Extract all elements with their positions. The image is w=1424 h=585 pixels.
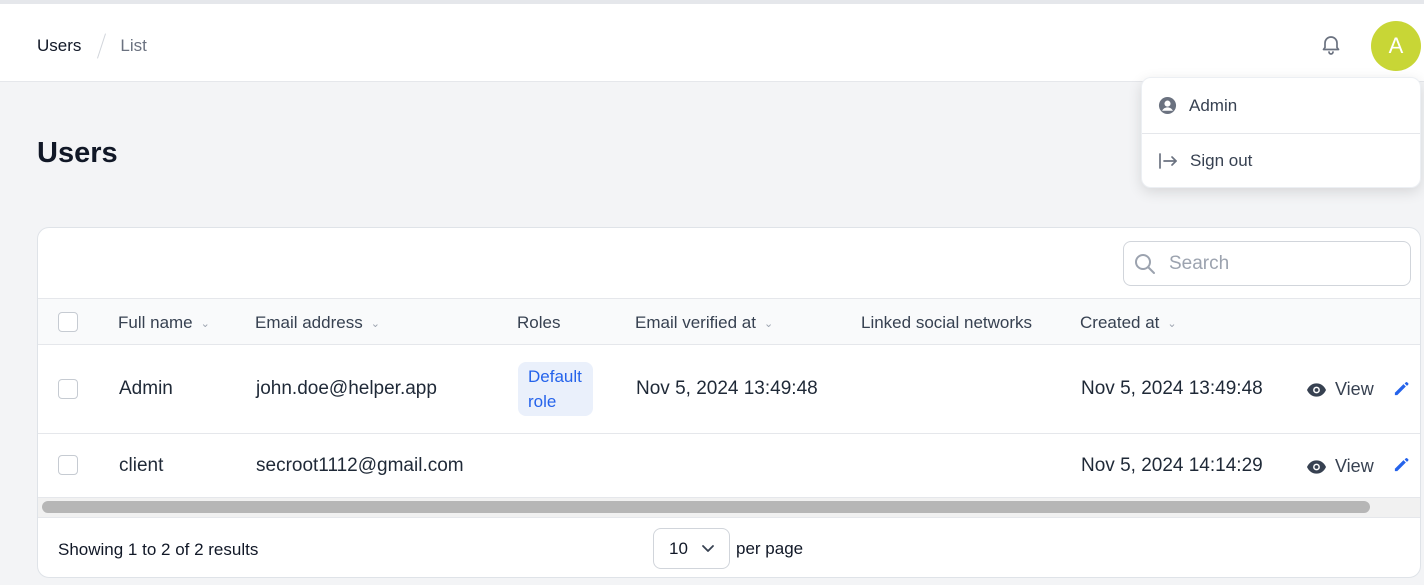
chevron-down-icon: ⌄	[200, 317, 210, 330]
user-dropdown-menu: Admin Sign out	[1141, 77, 1421, 188]
search-input[interactable]	[1169, 252, 1399, 275]
table-header: Full name ⌄ Email address ⌄ Roles Email ve…	[38, 298, 1420, 345]
cell-email: secroot1112@gmail.com	[256, 455, 464, 476]
column-full-name[interactable]: Full name ⌄	[118, 313, 210, 333]
breadcrumb-separator	[97, 33, 107, 59]
top-navbar: Users List A	[0, 0, 1424, 82]
pencil-icon[interactable]	[1393, 456, 1410, 478]
bell-icon[interactable]	[1319, 32, 1343, 56]
table-row: Admin john.doe@helper.app Default role N…	[38, 345, 1420, 434]
menu-item-admin[interactable]: Admin	[1142, 78, 1420, 133]
pencil-icon[interactable]	[1393, 380, 1410, 402]
breadcrumb: Users List	[37, 33, 147, 59]
select-all-checkbox[interactable]	[58, 312, 78, 332]
view-label: View	[1335, 379, 1374, 399]
scrollbar-thumb[interactable]	[42, 501, 1370, 513]
menu-item-sign-out[interactable]: Sign out	[1142, 133, 1420, 188]
menu-item-admin-label: Admin	[1189, 95, 1238, 115]
avatar-letter: A	[1388, 33, 1404, 58]
eye-icon	[1307, 382, 1326, 397]
user-circle-icon	[1158, 96, 1177, 115]
view-label: View	[1335, 456, 1374, 476]
menu-item-sign-out-label: Sign out	[1190, 151, 1253, 170]
breadcrumb-users[interactable]: Users	[37, 36, 81, 56]
role-badge-line-1: Default	[528, 367, 582, 386]
per-page-select[interactable]: 10	[653, 528, 730, 569]
avatar[interactable]: A	[1371, 21, 1421, 71]
role-badge-line-2: role	[528, 392, 557, 411]
cell-created-at: Nov 5, 2024 13:49:48	[1081, 378, 1263, 399]
per-page-label: per page	[736, 539, 804, 558]
pagination-footer: Showing 1 to 2 of 2 results 10 per page	[38, 517, 1420, 577]
cell-email: john.doe@helper.app	[256, 378, 437, 399]
cell-email-verified-at: Nov 5, 2024 13:49:48	[636, 378, 818, 399]
users-table-card: Full name⌄ Email address⌄ Roles Email ve…	[37, 227, 1421, 578]
chevron-down-icon: ⌄	[1167, 317, 1177, 330]
column-email-verified-at[interactable]: Email verified at ⌄	[635, 313, 773, 333]
row-checkbox[interactable]	[58, 455, 78, 475]
search-box[interactable]	[1123, 241, 1411, 286]
eye-icon	[1307, 459, 1326, 474]
cell-created-at: Nov 5, 2024 14:14:29	[1081, 455, 1263, 476]
page-title: Users	[37, 137, 118, 169]
view-button[interactable]: View	[1307, 456, 1374, 477]
results-summary: Showing 1 to 2 of 2 results	[58, 540, 259, 559]
chevron-down-icon: ⌄	[763, 317, 774, 330]
breadcrumb-list: List	[120, 36, 147, 55]
column-created-at[interactable]: Created at ⌄	[1080, 313, 1177, 333]
row-checkbox[interactable]	[58, 379, 78, 399]
column-roles: Roles	[517, 313, 561, 332]
column-linked-social-networks: Linked social networks	[861, 313, 1033, 332]
chevron-down-icon	[702, 545, 714, 552]
sign-out-icon	[1159, 153, 1177, 169]
search-icon	[1135, 253, 1155, 274]
cell-full-name: Admin	[119, 378, 173, 399]
view-button[interactable]: View	[1307, 379, 1374, 400]
role-badge: Default role	[518, 362, 593, 416]
horizontal-scrollbar[interactable]	[38, 498, 1420, 517]
cell-full-name: client	[119, 455, 164, 476]
column-email-address[interactable]: Email address ⌄	[255, 313, 380, 333]
per-page-value: 10	[669, 538, 688, 558]
table-row: client secroot1112@gmail.com Nov 5, 2024…	[38, 434, 1420, 498]
chevron-down-icon: ⌄	[370, 317, 380, 330]
